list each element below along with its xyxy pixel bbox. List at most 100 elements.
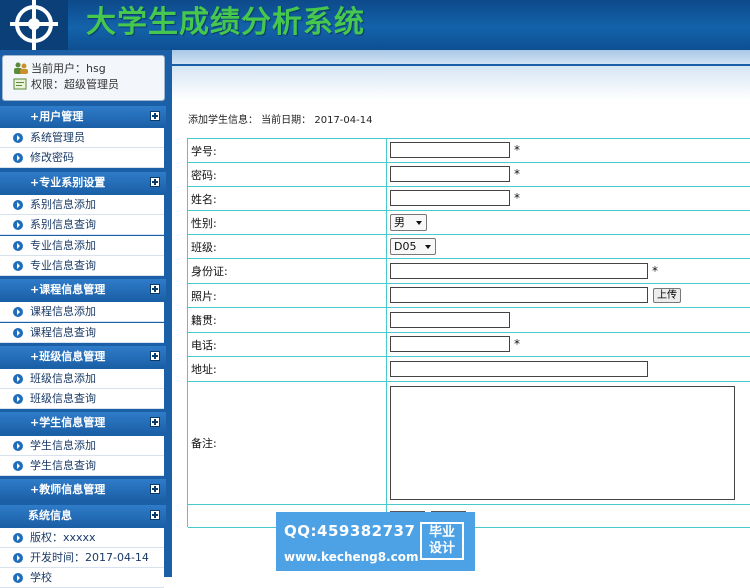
arrow-bullet-icon	[13, 573, 23, 583]
menu-item-label: 修改密码	[30, 151, 74, 164]
role-icon	[13, 78, 27, 90]
menu-header-department-settings[interactable]: +专业系别设置	[0, 172, 166, 194]
watermark-badge-line1: 毕业	[428, 525, 455, 540]
menu-item-label: 专业信息添加	[30, 239, 96, 252]
required-mark: *	[514, 143, 520, 157]
gender-select-value: 男	[394, 216, 405, 229]
value-address	[387, 357, 750, 382]
menu-item-query-department[interactable]: 系别信息查询	[0, 215, 164, 235]
label-name: 姓名:	[188, 187, 387, 211]
value-remarks	[387, 382, 750, 505]
arrow-bullet-icon	[13, 461, 23, 471]
arrow-bullet-icon	[13, 307, 23, 317]
menu-header-class-management[interactable]: +班级信息管理	[0, 346, 166, 368]
menu-item-query-class[interactable]: 班级信息查询	[0, 389, 164, 409]
password-input[interactable]	[390, 166, 510, 182]
row-name: 姓名: *	[188, 187, 750, 211]
menu-item-add-course[interactable]: 课程信息添加	[0, 302, 164, 322]
user-icon	[14, 62, 28, 74]
dropdown-arrow-icon	[425, 245, 431, 249]
required-mark: *	[514, 191, 520, 205]
menu-item-label: 班级信息查询	[30, 392, 96, 405]
label-class: 班级:	[188, 235, 387, 259]
menu-item-system-admin[interactable]: 系统管理员	[0, 128, 164, 148]
arrow-bullet-icon	[13, 133, 23, 143]
address-input[interactable]	[390, 361, 648, 377]
value-class: D05	[387, 235, 750, 259]
menu-header-course-management[interactable]: +课程信息管理	[0, 279, 166, 301]
menu-header-label: +课程信息管理	[30, 283, 106, 296]
photo-path-input[interactable]	[390, 287, 648, 303]
menu-header-label: +班级信息管理	[30, 350, 106, 363]
arrow-bullet-icon	[13, 153, 23, 163]
menu-item-query-major[interactable]: 专业信息查询	[0, 256, 164, 276]
label-gender: 性别:	[188, 211, 387, 235]
expand-icon[interactable]	[150, 351, 160, 361]
user-info-panel: 当前用户：hsg 权限：超级管理员	[2, 55, 165, 101]
menu-item-label: 版权：xxxxx	[30, 531, 96, 544]
menu-header-label: +专业系别设置	[30, 176, 106, 189]
menu-item-add-student[interactable]: 学生信息添加	[0, 436, 164, 456]
menu-item-dev-time: 开发时间：2017-04-14	[0, 548, 164, 568]
arrow-bullet-icon	[13, 328, 23, 338]
upload-button[interactable]: 上传	[653, 288, 681, 303]
menu-item-label: 课程信息添加	[30, 305, 96, 318]
value-name: *	[387, 187, 750, 211]
name-input[interactable]	[390, 190, 510, 206]
value-id-card: *	[387, 259, 750, 284]
menu-item-add-class[interactable]: 班级信息添加	[0, 369, 164, 389]
arrow-bullet-icon	[13, 241, 23, 251]
menu-header-system-info[interactable]: 系统信息	[0, 505, 166, 527]
role-text: 权限：超级管理员	[31, 78, 119, 91]
menu-item-query-student[interactable]: 学生信息查询	[0, 456, 164, 476]
menu-header-student-management[interactable]: +学生信息管理	[0, 412, 166, 434]
row-address: 地址:	[188, 357, 750, 382]
menu-item-add-major[interactable]: 专业信息添加	[0, 236, 164, 256]
menu-item-copyright: 版权：xxxxx	[0, 528, 164, 548]
watermark-url: www.kecheng8.com	[284, 550, 419, 564]
class-select-value: D05	[394, 240, 417, 253]
menu-item-label: 专业信息查询	[30, 259, 96, 272]
app-header: 大学生成绩分析系统	[0, 0, 750, 50]
expand-icon[interactable]	[150, 417, 160, 427]
menu-item-label: 开发时间：2017-04-14	[30, 551, 149, 564]
gender-select[interactable]: 男	[390, 214, 427, 231]
expand-icon[interactable]	[150, 284, 160, 294]
remarks-textarea[interactable]	[390, 386, 735, 500]
value-photo: 上传	[387, 284, 750, 308]
menu-item-label: 系别信息添加	[30, 198, 96, 211]
id-card-input[interactable]	[390, 263, 648, 279]
logo-emblem-icon	[10, 0, 58, 50]
menu-item-school: 学校	[0, 568, 164, 588]
student-id-input[interactable]	[390, 142, 510, 158]
menu-header-user-management[interactable]: +用户管理	[0, 106, 166, 128]
value-password: *	[387, 163, 750, 187]
row-id-card: 身份证: *	[188, 259, 750, 284]
expand-icon[interactable]	[150, 177, 160, 187]
menu-item-label: 课程信息查询	[30, 326, 96, 339]
phone-input[interactable]	[390, 336, 510, 352]
row-photo: 照片: 上传	[188, 284, 750, 308]
expand-icon[interactable]	[150, 510, 160, 520]
class-select[interactable]: D05	[390, 238, 436, 255]
native-place-input[interactable]	[390, 312, 510, 328]
arrow-bullet-icon	[13, 441, 23, 451]
required-mark: *	[652, 264, 658, 278]
dropdown-arrow-icon	[416, 221, 422, 225]
menu-item-change-password[interactable]: 修改密码	[0, 148, 164, 168]
expand-icon[interactable]	[150, 484, 160, 494]
menu-header-teacher-management[interactable]: +教师信息管理	[0, 479, 166, 501]
arrow-bullet-icon	[13, 374, 23, 384]
value-gender: 男	[387, 211, 750, 235]
role-line: 权限：超级管理员	[13, 78, 119, 92]
menu-item-query-course[interactable]: 课程信息查询	[0, 323, 164, 343]
arrow-bullet-icon	[13, 200, 23, 210]
row-native-place: 籍贯:	[188, 308, 750, 333]
label-id-card: 身份证:	[188, 259, 387, 284]
menu-item-add-department[interactable]: 系别信息添加	[0, 195, 164, 215]
menu-item-label: 学生信息添加	[30, 439, 96, 452]
current-user-text: 当前用户：hsg	[31, 62, 106, 75]
arrow-bullet-icon	[13, 533, 23, 543]
site-title: 大学生成绩分析系统	[86, 5, 365, 40]
expand-icon[interactable]	[150, 111, 160, 121]
